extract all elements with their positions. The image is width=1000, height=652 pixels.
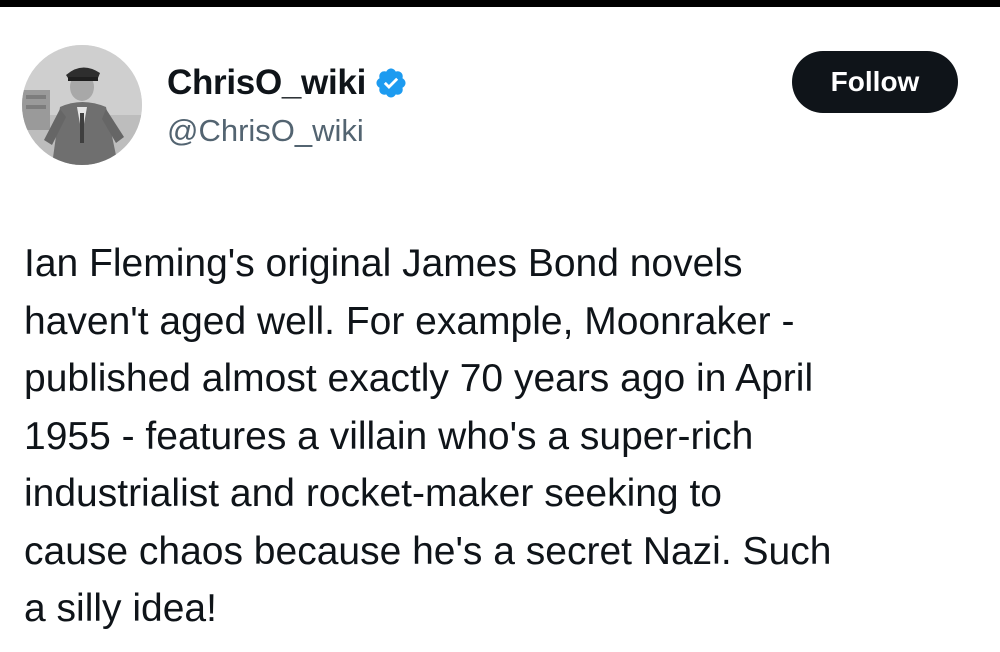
tweet-text-line: cause chaos because he's a secret Nazi. … <box>24 529 832 573</box>
avatar[interactable] <box>22 45 142 165</box>
author-name-row: ChrisO_wiki <box>167 61 408 105</box>
author-handle[interactable]: @ChrisO_wiki <box>167 113 364 149</box>
follow-button[interactable]: Follow <box>792 51 958 113</box>
tweet-text-line: Ian Fleming's original James Bond novels <box>24 242 743 285</box>
tweet-text-line: haven't aged well. For example, Moonrake… <box>24 299 795 343</box>
verified-badge-icon <box>376 68 406 98</box>
tweet-text-line: a silly idea! <box>24 587 217 630</box>
top-edge-bar <box>0 0 1000 7</box>
tweet-text-line: 1955 - features a villain who's a super-… <box>24 414 754 458</box>
tweet-text-line: published almost exactly 70 years ago in… <box>24 357 814 400</box>
tweet-text: Ian Fleming's original James Bond novels… <box>24 235 984 638</box>
tweet-text-line: industrialist and rocket-maker seeking t… <box>24 472 722 515</box>
avatar-photo-icon <box>22 45 142 165</box>
author-display-name[interactable]: ChrisO_wiki <box>167 63 366 103</box>
tweet-card: ChrisO_wiki @ChrisO_wiki Follow Ian Flem… <box>0 7 1000 652</box>
